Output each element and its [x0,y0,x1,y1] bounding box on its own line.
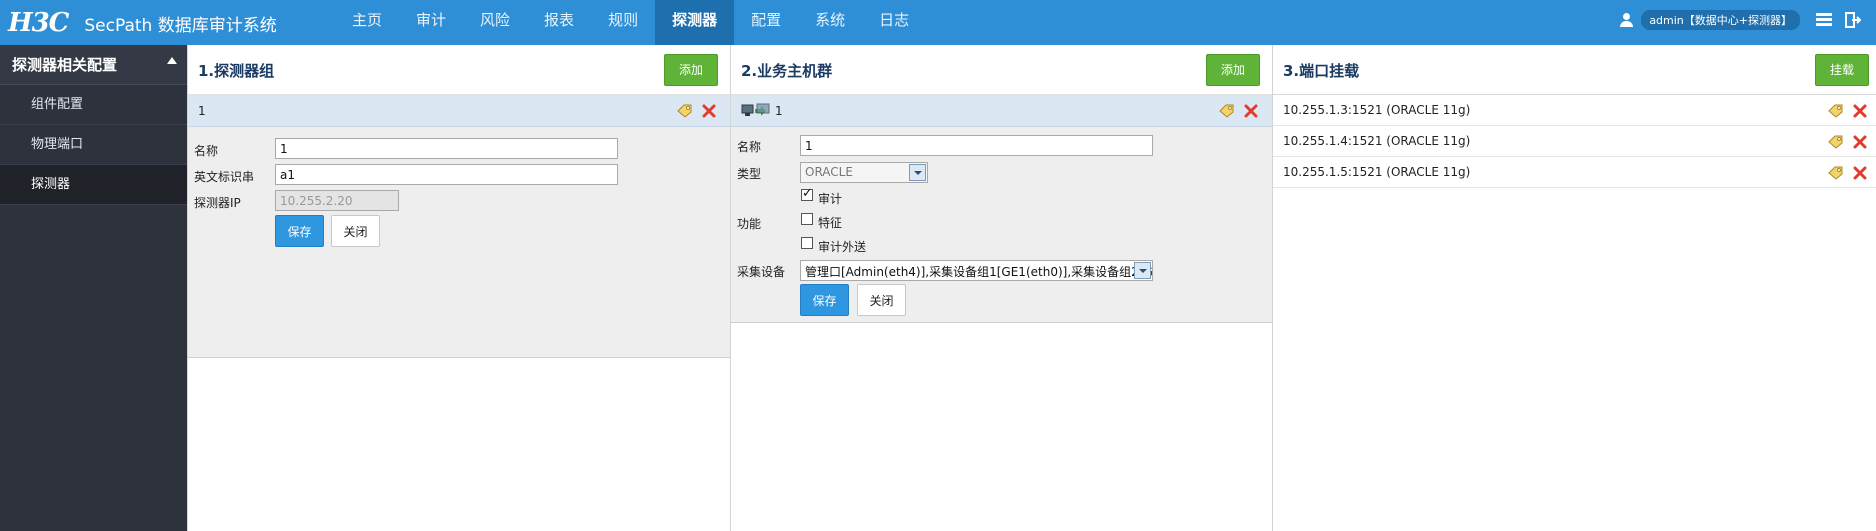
audit-checkbox[interactable] [801,186,813,201]
add-button[interactable]: 添加 [664,54,719,86]
top-bar: H3C SecPath 数据库审计系统 主页 审计 风险 报表 规则 探测器 配… [0,0,1876,45]
list-item[interactable]: 10.255.1.3:1521 (ORACLE 11g) [1273,95,1876,126]
nav-home[interactable]: 主页 [335,0,399,45]
user-icon [1619,12,1635,28]
list-item[interactable]: 1 [188,95,730,127]
name-input[interactable] [275,138,618,159]
detector-group-form: 名称 英文标识串 探测器IP 保存 关闭 [188,127,730,358]
panel-header: 3.端口挂载 挂载 [1273,45,1876,95]
row-label: 1 [198,104,206,118]
panel-title: 3.端口挂载 [1283,62,1360,80]
collection-device-label: 采集设备 [737,265,786,279]
collapse-arrow-icon[interactable] [167,57,177,64]
nav-log[interactable]: 日志 [862,0,926,45]
host-group-form: 名称 类型 ORACLE 审计 功能 特征 审计外送 采集设备 管理口[Admi… [731,127,1272,323]
detector-ip-label: 探测器IP [194,196,241,210]
chevron-down-icon[interactable] [1134,262,1151,279]
port-label: 10.255.1.5:1521 (ORACLE 11g) [1283,165,1471,179]
nav-rules[interactable]: 规则 [591,0,655,45]
user-menu[interactable]: admin【数据中心+探测器】 [1619,10,1800,30]
save-button[interactable]: 保存 [800,284,849,316]
list-item[interactable]: 1 [731,95,1272,127]
sidebar: 探测器相关配置 组件配置 物理端口 探测器 [0,45,187,531]
close-button[interactable]: 关闭 [331,215,380,247]
row-label: 1 [775,104,783,118]
collection-device-value: 管理口[Admin(eth4)],采集设备组1[GE1(eth0)],采集设备组… [805,265,1153,279]
feature-checkbox-label: 特征 [818,216,843,230]
nav-detector[interactable]: 探测器 [655,0,735,45]
edit-tag-icon[interactable] [1828,135,1844,149]
port-mount-panel: 3.端口挂载 挂载 10.255.1.3:1521 (ORACLE 11g) 1… [1272,45,1876,531]
panel-header: 1.探测器组 添加 [188,45,730,95]
delete-icon[interactable] [1243,103,1259,119]
sidebar-item-component-config[interactable]: 组件配置 [0,85,187,125]
save-button[interactable]: 保存 [275,215,324,247]
port-label: 10.255.1.4:1521 (ORACLE 11g) [1283,134,1471,148]
sidebar-item-physical-port[interactable]: 物理端口 [0,125,187,165]
h3c-logo: H3C [8,8,69,38]
nav-risk[interactable]: 风险 [463,0,527,45]
nav-report[interactable]: 报表 [527,0,591,45]
brand: H3C SecPath 数据库审计系统 [8,5,277,41]
close-button[interactable]: 关闭 [857,284,906,316]
sidebar-header[interactable]: 探测器相关配置 [0,45,187,85]
delete-icon[interactable] [701,103,717,119]
edit-tag-icon[interactable] [1828,104,1844,118]
port-label: 10.255.1.3:1521 (ORACLE 11g) [1283,103,1471,117]
business-host-group-panel: 2.业务主机群 添加 1 名称 类型 ORACLE 审计 功能 特征 审计外送 … [730,45,1272,531]
english-id-label: 英文标识串 [194,170,255,184]
edit-tag-icon[interactable] [677,104,693,118]
detector-ip-input [275,190,399,211]
name-input[interactable] [800,135,1153,156]
chevron-down-icon[interactable] [909,164,926,181]
audit-export-checkbox[interactable] [801,237,813,249]
host-group-icon [741,103,773,122]
logout-icon[interactable] [1844,11,1862,29]
panel-header: 2.业务主机群 添加 [731,45,1272,95]
user-badge: admin【数据中心+探测器】 [1641,10,1800,30]
audit-export-checkbox-label: 审计外送 [818,240,867,254]
list-item[interactable]: 10.255.1.4:1521 (ORACLE 11g) [1273,126,1876,157]
mount-button[interactable]: 挂载 [1815,54,1870,86]
edit-tag-icon[interactable] [1828,166,1844,180]
delete-icon[interactable] [1852,134,1868,150]
main-nav: 主页 审计 风险 报表 规则 探测器 配置 系统 日志 [335,0,926,45]
list-item[interactable]: 10.255.1.5:1521 (ORACLE 11g) [1273,157,1876,188]
menu-icon[interactable] [1816,13,1832,27]
app-title: SecPath 数据库审计系统 [84,15,277,36]
english-id-input[interactable] [275,164,618,185]
sidebar-item-detector[interactable]: 探测器 [0,165,187,205]
nav-config[interactable]: 配置 [734,0,798,45]
delete-icon[interactable] [1852,103,1868,119]
sidebar-title: 探测器相关配置 [12,56,118,74]
nav-system[interactable]: 系统 [798,0,862,45]
feature-checkbox[interactable] [801,213,813,225]
type-label: 类型 [737,167,762,181]
detector-group-panel: 1.探测器组 添加 1 名称 英文标识串 探测器IP 保存 关闭 [187,45,730,531]
edit-tag-icon[interactable] [1219,104,1235,118]
delete-icon[interactable] [1852,165,1868,181]
audit-checkbox-label: 审计 [818,192,843,206]
collection-device-select[interactable]: 管理口[Admin(eth4)],采集设备组1[GE1(eth0)],采集设备组… [800,260,1153,281]
name-label: 名称 [737,140,762,154]
panel-title: 1.探测器组 [198,62,275,80]
function-label: 功能 [737,217,762,231]
name-label: 名称 [194,144,219,158]
type-value: ORACLE [805,165,853,179]
add-button[interactable]: 添加 [1206,54,1261,86]
panel-title: 2.业务主机群 [741,62,833,80]
type-select[interactable]: ORACLE [800,162,928,183]
nav-audit[interactable]: 审计 [399,0,463,45]
